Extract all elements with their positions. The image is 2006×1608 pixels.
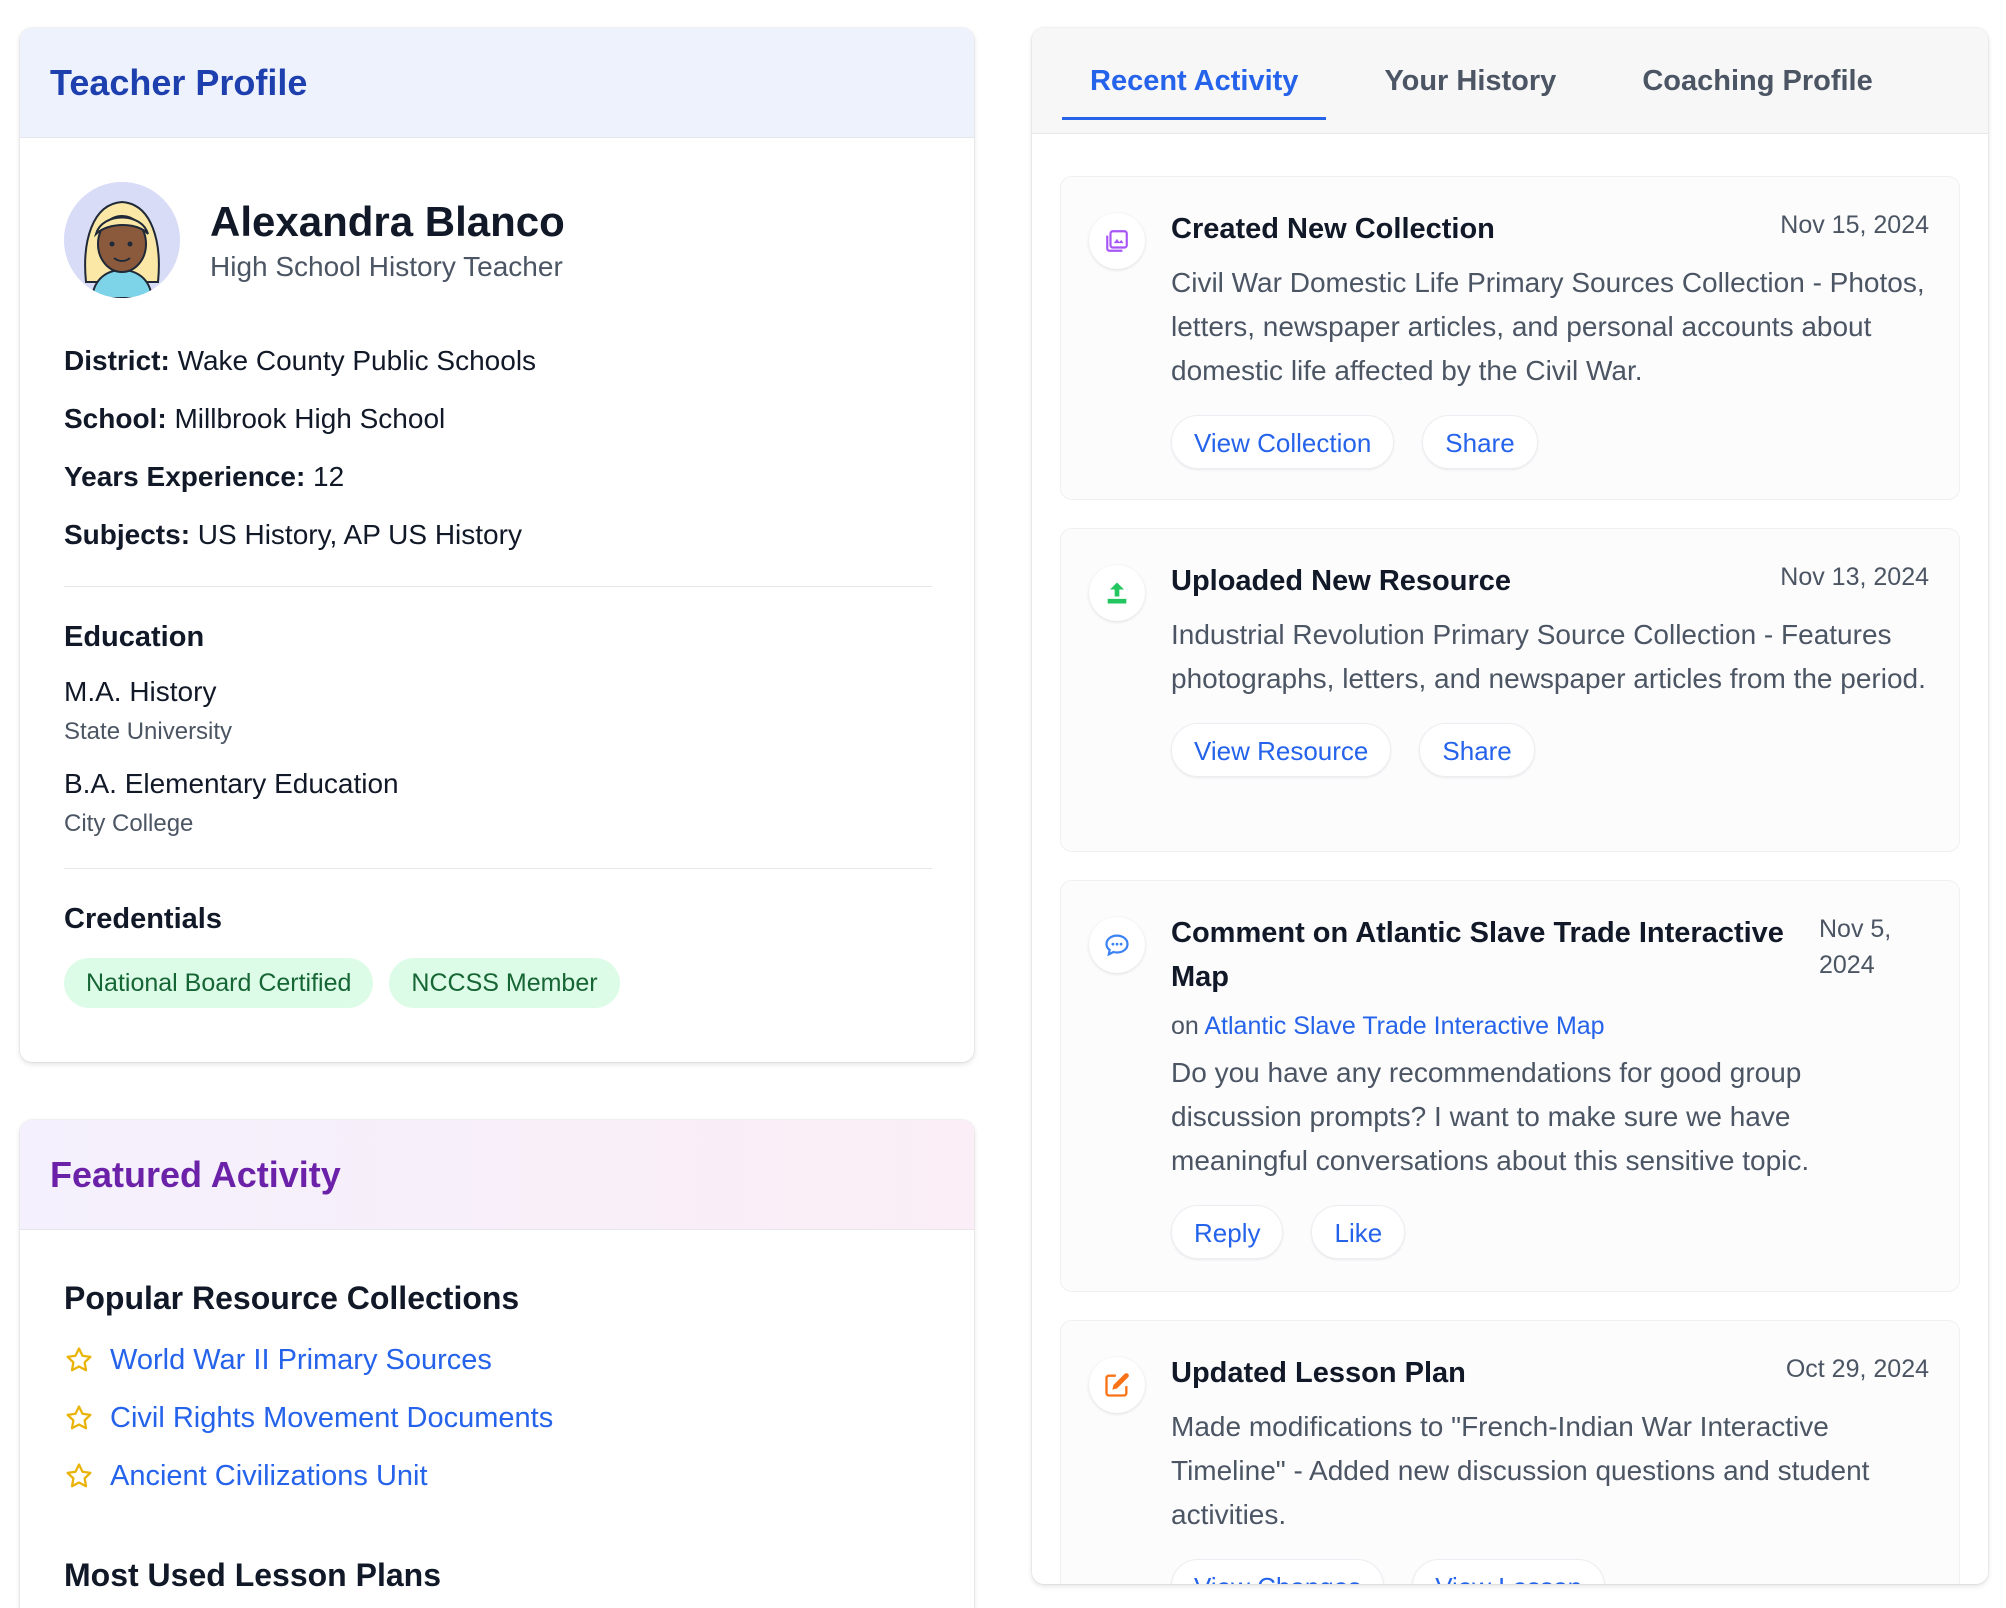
education-school: State University	[64, 718, 233, 745]
divider	[64, 868, 932, 869]
education-title: Education	[64, 621, 205, 653]
upload-icon	[1089, 565, 1145, 621]
fact-value: Wake County Public Schools	[169, 345, 537, 376]
education-entry: M.A. History State University	[64, 676, 930, 746]
tab-recent-activity[interactable]: Recent Activity	[1062, 28, 1327, 134]
star-icon	[66, 1405, 92, 1430]
fact-value: Millbrook High School	[166, 403, 446, 434]
fact-value: 12	[305, 461, 345, 492]
star-icon	[66, 1347, 92, 1372]
fact-label: School:	[64, 403, 167, 434]
activity-card: Recent Activity Your History Coaching Pr…	[1032, 28, 1988, 1584]
fact-label: Subjects:	[64, 519, 191, 550]
teacher-role: High School History Teacher	[210, 251, 563, 282]
activity-description: Made modifications to "French-Indian War…	[1171, 1411, 1870, 1530]
activity-date: Oct 29, 2024	[1785, 1355, 1929, 1383]
fact-label: District:	[64, 345, 170, 376]
education-school: City College	[64, 810, 194, 837]
popular-collections-title: Popular Resource Collections	[64, 1280, 520, 1316]
collection-link[interactable]: Ancient Civilizations Unit	[110, 1460, 428, 1493]
activity-description: Do you have any recommendations for good…	[1171, 1057, 1810, 1176]
activity-context: on Atlantic Slave Trade Interactive Map	[1171, 1007, 1929, 1045]
most-used-lessons-title: Most Used Lesson Plans	[64, 1557, 441, 1593]
collection-icon	[1089, 213, 1145, 269]
list-item[interactable]: Civil Rights Movement Documents	[64, 1389, 930, 1447]
view-collection-button[interactable]: View Collection	[1171, 415, 1395, 469]
education-entry: B.A. Elementary Education City College	[64, 768, 930, 838]
profile-identity: Alexandra Blanco High School History Tea…	[64, 182, 930, 298]
view-changes-button[interactable]: View Changes	[1171, 1559, 1385, 1584]
profile-facts: District: Wake County Public Schools Sch…	[64, 332, 930, 564]
featured-activity-card: Featured Activity Popular Resource Colle…	[20, 1120, 974, 1608]
activity-item: Created New Collection Nov 15, 2024 Civi…	[1060, 176, 1960, 500]
collection-link[interactable]: World War II Primary Sources	[110, 1344, 492, 1377]
featured-activity-header: Featured Activity	[20, 1120, 974, 1230]
fact-school: School: Millbrook High School	[64, 390, 930, 448]
share-button[interactable]: Share	[1422, 415, 1538, 469]
activity-date: Nov 15, 2024	[1780, 211, 1929, 239]
activity-title: Uploaded New Resource	[1171, 565, 1512, 597]
featured-activity-title: Featured Activity	[50, 1153, 341, 1195]
tab-your-history[interactable]: Your History	[1356, 28, 1584, 134]
resource-link[interactable]: Atlantic Slave Trade Interactive Map	[1204, 1012, 1604, 1040]
activity-title: Updated Lesson Plan	[1171, 1357, 1466, 1389]
context-prefix: on	[1171, 1012, 1205, 1040]
fact-label: Years Experience:	[64, 461, 306, 492]
education-degree: M.A. History	[64, 676, 217, 707]
credential-badge: NCCSS Member	[389, 958, 620, 1008]
fact-district: District: Wake County Public Schools	[64, 332, 930, 390]
fact-value: US History, AP US History	[190, 519, 522, 550]
share-button[interactable]: Share	[1419, 723, 1535, 777]
activity-title: Comment on Atlantic Slave Trade Interact…	[1171, 917, 1784, 993]
list-item[interactable]: Ancient Civilizations Unit	[64, 1447, 930, 1505]
activity-item: Comment on Atlantic Slave Trade Interact…	[1060, 880, 1960, 1292]
activity-date: Nov 5, 2024	[1819, 915, 1892, 979]
popular-collections-list: World War II Primary Sources Civil Right…	[64, 1331, 930, 1505]
credential-badge: National Board Certified	[64, 958, 374, 1008]
fact-years-experience: Years Experience: 12	[64, 448, 930, 506]
activity-item: Updated Lesson Plan Oct 29, 2024 Made mo…	[1060, 1320, 1960, 1584]
list-item[interactable]: World War II Primary Sources	[64, 1331, 930, 1389]
teacher-profile-title: Teacher Profile	[50, 61, 308, 103]
comment-icon	[1089, 917, 1145, 973]
activity-date: Nov 13, 2024	[1780, 563, 1929, 591]
teacher-name: Alexandra Blanco	[210, 198, 565, 245]
tab-coaching-profile[interactable]: Coaching Profile	[1614, 28, 1900, 134]
divider	[64, 586, 932, 587]
education-degree: B.A. Elementary Education	[64, 768, 399, 799]
view-resource-button[interactable]: View Resource	[1171, 723, 1392, 777]
credentials-title: Credentials	[64, 903, 222, 935]
collection-link[interactable]: Civil Rights Movement Documents	[110, 1402, 553, 1435]
view-lesson-button[interactable]: View Lesson	[1412, 1559, 1606, 1584]
activity-description: Industrial Revolution Primary Source Col…	[1171, 619, 1926, 694]
activity-item: Uploaded New Resource Nov 13, 2024 Indus…	[1060, 528, 1960, 852]
activity-tabs: Recent Activity Your History Coaching Pr…	[1032, 28, 1988, 134]
credentials-list: National Board Certified NCCSS Member	[64, 958, 930, 1008]
activity-description: Civil War Domestic Life Primary Sources …	[1171, 267, 1925, 386]
reply-button[interactable]: Reply	[1171, 1205, 1284, 1259]
avatar	[64, 182, 180, 298]
teacher-profile-card: Teacher Profile Alexandra Blanco High Sc…	[20, 28, 974, 1062]
star-icon	[66, 1463, 92, 1488]
activity-title: Created New Collection	[1171, 213, 1495, 245]
avatar-illustration	[64, 182, 180, 298]
like-button[interactable]: Like	[1311, 1205, 1406, 1259]
teacher-profile-header: Teacher Profile	[20, 28, 974, 138]
fact-subjects: Subjects: US History, AP US History	[64, 506, 930, 564]
edit-icon	[1089, 1357, 1145, 1413]
